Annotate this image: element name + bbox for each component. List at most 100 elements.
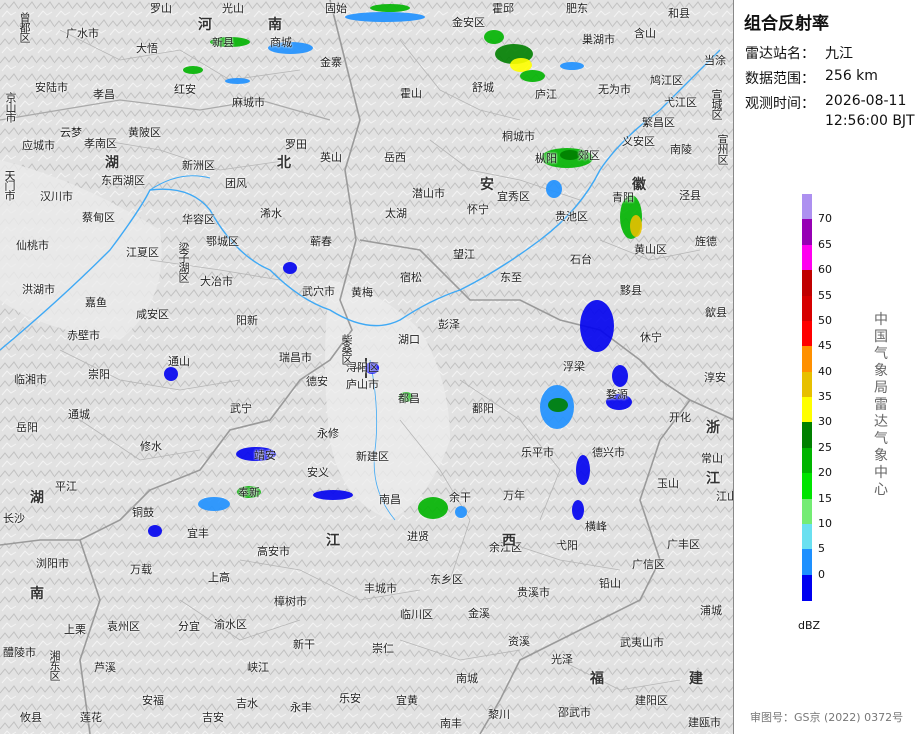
legend-value-label: 35 (818, 390, 832, 403)
place-label: 建瓯市 (688, 716, 721, 729)
place-label: 临湘市 (14, 373, 47, 386)
place-label: 宜丰 (187, 527, 209, 540)
place-label: 鸠江区 (650, 74, 683, 87)
place-label: 万载 (130, 563, 152, 576)
place-label: 蕲春 (310, 235, 332, 248)
radar-echo (455, 506, 467, 518)
legend-value-label: 60 (818, 263, 832, 277)
place-label: 新县 (212, 36, 234, 49)
place-label: 休宁 (640, 331, 662, 344)
place-label: 余干 (449, 491, 471, 504)
legend-value-label: 40 (818, 364, 832, 378)
place-label: 金寨 (320, 56, 342, 69)
legend-color-swatch (802, 397, 812, 423)
range-value: 256 km (825, 68, 878, 84)
legend-color-swatch (802, 320, 812, 347)
radar-echo (198, 497, 230, 511)
time-label: 观测时间： (745, 96, 815, 112)
radar-echo (183, 66, 203, 74)
place-label: 浠水 (260, 207, 282, 220)
place-label: 上栗 (64, 623, 86, 636)
unit-label: dBZ (798, 619, 821, 632)
place-label: 靖安 (254, 449, 276, 462)
product-title: 组合反射率 (744, 14, 829, 34)
place-label: 仙桃市 (16, 239, 49, 252)
place-label: 阳新 (236, 314, 258, 327)
place-label: 永修 (317, 427, 339, 440)
place-label: 进贤 (407, 530, 429, 543)
legend-value-label: 70 (818, 212, 832, 226)
radar-echo (345, 12, 425, 22)
place-label: 攸县 (20, 711, 42, 724)
radar-echo (576, 455, 590, 485)
legend-color-swatch (802, 194, 812, 220)
place-label: 贵溪市 (517, 586, 550, 599)
radar-echo (148, 525, 162, 537)
place-label: 岳阳 (16, 421, 38, 434)
place-label: 南丰 (440, 717, 462, 730)
place-label: 浏阳市 (36, 557, 69, 570)
radar-echo (418, 497, 448, 519)
place-label: 临川区 (400, 608, 433, 621)
province-label: 西 (502, 533, 516, 549)
place-label: 广信区 (632, 558, 665, 571)
place-label: 含山 (634, 27, 656, 40)
legend-value-label: 30 (818, 415, 832, 429)
place-label: 武夷山市 (620, 636, 664, 649)
place-label: 安义 (307, 466, 329, 479)
place-label: 红安 (174, 83, 196, 96)
place-label: 望江 (453, 248, 475, 261)
legend-value-label: 20 (818, 466, 832, 480)
place-label: 奉新 (238, 486, 260, 499)
place-label: 和县 (668, 7, 690, 20)
radar-echo (370, 4, 410, 12)
radar-map[interactable]: 罗山 光山 固始 霍邱 肥东 和县 广水市 大悟 新县 商城 金安区 舒城 巢湖市 含山 当涂 金寨 霍山 庐江 无… (0, 0, 734, 734)
place-label: 义安区 (622, 135, 655, 148)
province-label: 江 (326, 533, 340, 549)
province-label: 安 (480, 177, 494, 193)
place-label: 醴陵市 (3, 646, 36, 659)
place-label-vertical: 天门市 (3, 170, 16, 200)
place-label: 巢湖市 (582, 33, 615, 46)
place-label: 永丰 (290, 701, 312, 714)
place-label: 金安区 (452, 16, 485, 29)
time-clock: 12:56:00 BJT (825, 113, 915, 129)
province-label: 江 (706, 471, 720, 487)
legend-value-label: 10 (818, 516, 832, 530)
legend-color-swatch (802, 270, 812, 296)
time-date: 2026-08-11 (825, 93, 907, 109)
place-label: 东乡区 (430, 573, 463, 586)
legend-color-swatch (802, 244, 812, 271)
legend-color-swatch (802, 422, 812, 449)
place-label: 袁州区 (107, 620, 140, 633)
place-label: 淳安 (704, 371, 726, 384)
radar-echo (164, 367, 178, 381)
place-label: 湖口 (398, 333, 420, 346)
place-label: 庐江 (535, 88, 557, 101)
province-label: 南 (268, 17, 282, 33)
legend-value-label: 65 (818, 237, 832, 251)
place-label-vertical: 宣州区 (716, 134, 729, 164)
place-label: 宜黄 (396, 694, 418, 707)
place-label: 平江 (55, 480, 77, 493)
place-label: 洪湖市 (22, 283, 55, 296)
place-label: 郊区 (578, 149, 600, 162)
color-scale-bar (802, 194, 812, 601)
place-label: 新干 (293, 638, 315, 651)
radar-echo (510, 58, 532, 72)
place-label: 乐平市 (521, 446, 554, 459)
radar-echo (546, 180, 562, 198)
legend-value-label: 45 (818, 339, 832, 353)
place-label: 蔡甸区 (82, 211, 115, 224)
legend-color-swatch (802, 473, 812, 499)
province-label: 建 (689, 671, 703, 687)
province-label: 福 (590, 671, 604, 687)
place-label: 华容区 (182, 213, 215, 226)
place-label: 修水 (140, 440, 162, 453)
place-label: 贵池区 (555, 210, 588, 223)
place-label: 新建区 (356, 450, 389, 463)
station-label: 雷达站名： (745, 46, 815, 62)
place-label: 都昌 (398, 392, 420, 405)
place-label: 邵武市 (558, 706, 591, 719)
place-label: 通山 (168, 355, 190, 368)
